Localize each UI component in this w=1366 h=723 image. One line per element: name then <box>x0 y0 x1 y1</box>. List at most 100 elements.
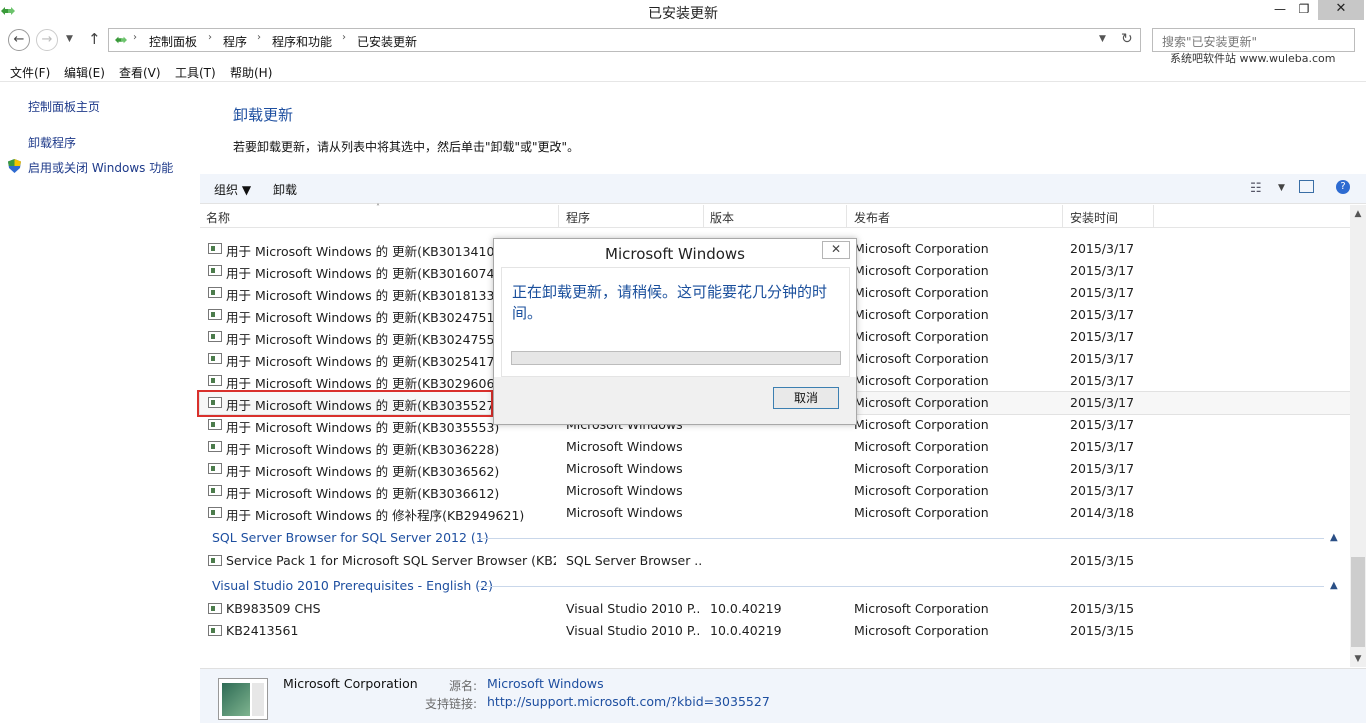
menu-help[interactable]: 帮助(H) <box>230 64 272 81</box>
scrollbar-thumb[interactable] <box>1351 557 1365 647</box>
cell-date: 2015/3/17 <box>1070 285 1135 300</box>
cell-publisher: Microsoft Corporation <box>854 373 989 388</box>
sidebar-link-windows-features[interactable]: 启用或关闭 Windows 功能 <box>28 159 173 176</box>
sort-ascending-icon: ˄ <box>376 203 380 212</box>
scroll-down-icon[interactable]: ▼ <box>1350 654 1366 664</box>
group-header-visual-studio[interactable]: Visual Studio 2010 Prerequisites - Engli… <box>212 578 493 593</box>
view-dropdown-icon[interactable]: ▼ <box>1278 183 1285 193</box>
sidebar-link-control-panel-home[interactable]: 控制面板主页 <box>28 98 100 115</box>
cell-publisher: Microsoft Corporation <box>854 351 989 366</box>
address-row: ← → ▼ ↑ › 控制面板 › 程序 › 程序和功能 › 已安装更新 ▼ ↻ … <box>0 26 1366 65</box>
column-header-name[interactable]: 名称 <box>206 209 230 226</box>
breadcrumb-separator[interactable]: › <box>133 32 137 43</box>
up-arrow-icon[interactable]: ↑ <box>88 30 101 48</box>
cell-publisher: Microsoft Corporation <box>854 439 989 454</box>
cell-date: 2015/3/17 <box>1070 461 1135 476</box>
cell-date: 2015/3/17 <box>1070 263 1135 278</box>
menu-edit[interactable]: 编辑(E) <box>64 64 105 81</box>
list-row-clipped[interactable] <box>200 226 1350 230</box>
update-icon <box>208 265 222 276</box>
cell-name: 用于 Microsoft Windows 的 更新(KB3036228) <box>226 442 500 457</box>
cell-program: Visual Studio 2010 P... <box>566 601 701 616</box>
command-toolbar: 组织 ▼ 卸载 ☷ ▼ ? <box>200 174 1366 204</box>
table-row[interactable]: 用于 Microsoft Windows 的 更新(KB3036562) Micr… <box>200 458 1350 480</box>
table-row[interactable]: 用于 Microsoft Windows 的 更新(KB3036612) Micr… <box>200 480 1350 502</box>
cell-date: 2015/3/17 <box>1070 351 1135 366</box>
details-publisher: Microsoft Corporation <box>283 676 418 691</box>
cell-date: 2015/3/17 <box>1070 373 1135 388</box>
control-panel-icon <box>115 36 127 44</box>
recent-pages-chevron-icon[interactable]: ▼ <box>66 34 73 44</box>
group-collapse-chevron-icon[interactable]: ▲ <box>1330 580 1338 591</box>
update-icon <box>208 603 222 614</box>
cell-publisher: Microsoft Corporation <box>854 307 989 322</box>
cell-publisher: Microsoft Corporation <box>854 505 989 520</box>
update-icon <box>208 309 222 320</box>
address-dropdown-icon[interactable]: ▼ <box>1099 34 1106 44</box>
breadcrumb-programs-features[interactable]: 程序和功能 <box>272 33 332 50</box>
cell-name: 用于 Microsoft Windows 的 修补程序(KB2949621) <box>226 508 525 523</box>
search-input[interactable]: 搜索"已安装更新" <box>1152 28 1355 52</box>
update-icon <box>208 463 222 474</box>
table-row[interactable]: 用于 Microsoft Windows 的 更新(KB3036228) Micr… <box>200 436 1350 458</box>
breadcrumb-separator[interactable]: › <box>257 32 261 43</box>
view-options-icon[interactable]: ☷ <box>1250 181 1262 196</box>
update-icon <box>208 625 222 636</box>
refresh-icon[interactable]: ↻ <box>1121 31 1133 47</box>
table-row[interactable]: KB983509 CHS Visual Studio 2010 P... 10.0.… <box>200 598 1350 620</box>
group-header-sql-server[interactable]: SQL Server Browser for SQL Server 2012 (… <box>212 530 489 545</box>
group-divider <box>478 538 1324 539</box>
column-header-version[interactable]: 版本 <box>710 209 734 226</box>
help-icon[interactable]: ? <box>1336 180 1350 194</box>
maximize-button[interactable]: ❐ <box>1290 0 1318 20</box>
breadcrumb-programs[interactable]: 程序 <box>223 33 247 50</box>
column-header-publisher[interactable]: 发布者 <box>854 209 890 226</box>
menu-file[interactable]: 文件(F) <box>10 64 50 81</box>
forward-arrow-icon: → <box>41 32 53 47</box>
cell-date: 2014/3/18 <box>1070 505 1135 520</box>
sidebar-link-uninstall-program[interactable]: 卸载程序 <box>28 134 76 151</box>
close-button[interactable]: ✕ <box>1318 0 1364 20</box>
cell-date: 2015/3/17 <box>1070 329 1135 344</box>
table-row[interactable]: 用于 Microsoft Windows 的 修补程序(KB2949621) Mi… <box>200 502 1350 524</box>
update-icon <box>208 375 222 386</box>
breadcrumb-installed-updates[interactable]: 已安装更新 <box>357 33 417 50</box>
back-button[interactable]: ← <box>8 29 30 51</box>
menu-bar: 文件(F) 编辑(E) 查看(V) 工具(T) 帮助(H) <box>0 60 1366 82</box>
organize-button[interactable]: 组织 ▼ <box>214 181 251 198</box>
cell-publisher: Microsoft Corporation <box>854 285 989 300</box>
window-title: 已安装更新 <box>648 6 718 22</box>
breadcrumb-control-panel[interactable]: 控制面板 <box>149 33 197 50</box>
address-bar[interactable]: › 控制面板 › 程序 › 程序和功能 › 已安装更新 ▼ ↻ <box>108 28 1141 52</box>
cell-program: Microsoft Windows <box>566 439 683 454</box>
column-header-installed-on[interactable]: 安装时间 <box>1070 209 1118 226</box>
scroll-up-icon[interactable]: ▲ <box>1350 209 1366 219</box>
group-collapse-chevron-icon[interactable]: ▲ <box>1330 532 1338 543</box>
forward-button[interactable]: → <box>36 29 58 51</box>
uninstall-button[interactable]: 卸载 <box>273 181 297 198</box>
group-divider <box>478 586 1324 587</box>
menu-view[interactable]: 查看(V) <box>119 64 161 81</box>
menu-tools[interactable]: 工具(T) <box>175 64 216 81</box>
cell-date: 2015/3/17 <box>1070 417 1135 432</box>
details-support-link[interactable]: http://support.microsoft.com/?kbid=30355… <box>487 694 770 709</box>
table-row[interactable]: Service Pack 1 for Microsoft SQL Server … <box>200 550 1350 572</box>
update-icon <box>208 441 222 452</box>
cell-publisher: Microsoft Corporation <box>854 417 989 432</box>
breadcrumb-separator[interactable]: › <box>342 32 346 43</box>
update-icon <box>208 419 222 430</box>
table-row[interactable]: KB2413561 Visual Studio 2010 P... 10.0.402… <box>200 620 1350 642</box>
dialog-close-button[interactable]: ✕ <box>822 241 850 259</box>
dialog-message: 正在卸载更新，请稍候。这可能要花几分钟的时间。 <box>512 283 828 322</box>
preview-pane-icon[interactable] <box>1299 180 1314 193</box>
cell-name: Service Pack 1 for Microsoft SQL Server … <box>226 553 556 568</box>
update-icon <box>208 331 222 342</box>
vertical-scrollbar[interactable]: ▲ ▼ <box>1350 205 1366 667</box>
details-source-label: 源名: <box>449 679 478 693</box>
column-header-program[interactable]: 程序 <box>566 209 590 226</box>
update-icon <box>208 555 222 566</box>
cell-name: KB983509 CHS <box>226 601 321 616</box>
cancel-button[interactable]: 取消 <box>773 387 839 409</box>
cell-program: Visual Studio 2010 P... <box>566 623 701 638</box>
breadcrumb-separator[interactable]: › <box>208 32 212 43</box>
